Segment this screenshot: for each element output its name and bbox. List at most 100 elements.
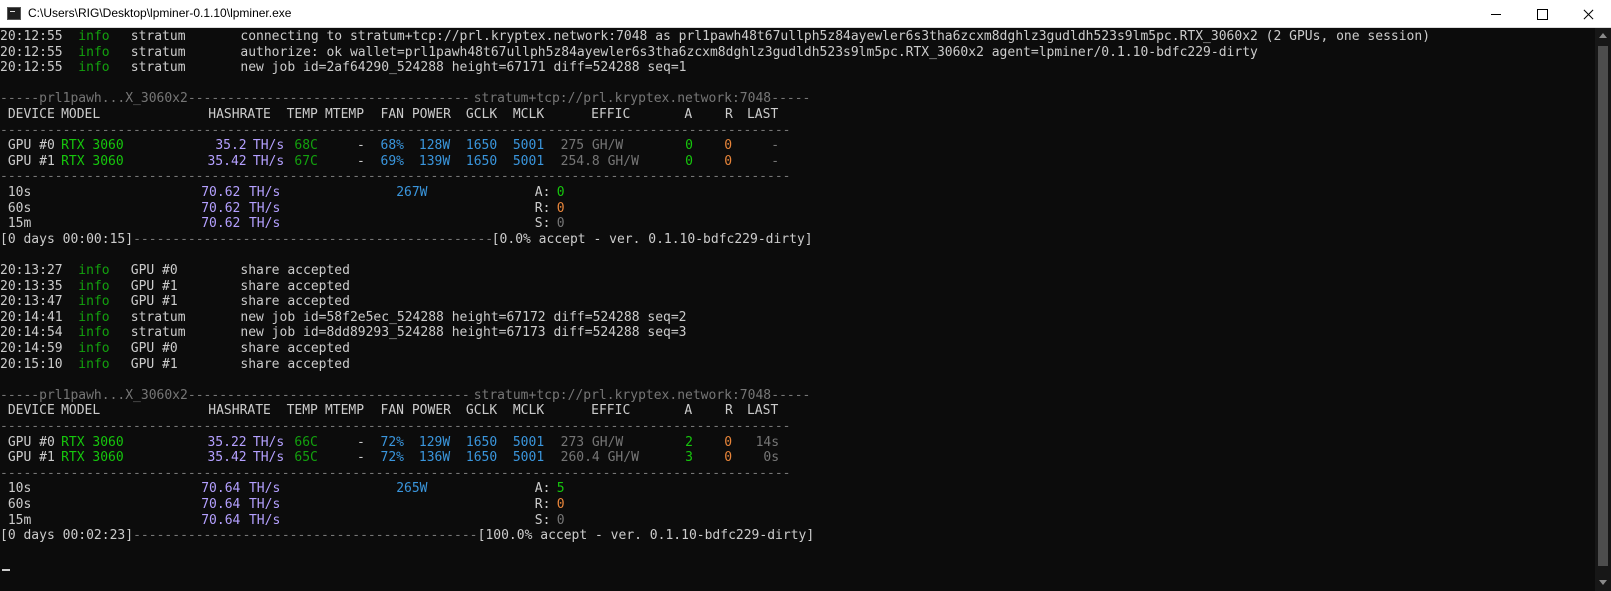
log-timestamp: 20:14:54 — [0, 325, 63, 341]
hashrate-unit: TH/s — [252, 153, 285, 169]
scroll-up-arrow-icon[interactable] — [1599, 33, 1607, 38]
summary-window: 10s — [7, 481, 32, 497]
gpu-gclk: 1650 — [465, 450, 498, 466]
gpu-model: RTX 3060 — [61, 434, 124, 450]
summary-key: S: — [534, 216, 551, 232]
gpu-hashrate: 35.42 — [207, 450, 247, 466]
summary-value: 0 — [556, 497, 565, 512]
table-header-row: DEVICE MODEL HASHRATE TEMP MTEMP FAN POWER GCLK… — [0, 107, 1595, 123]
log-message: new job id=8dd89293_524288 height=67173 … — [240, 325, 687, 341]
summary-window: 15m — [7, 512, 32, 528]
gpu-rejected: 0 — [724, 450, 733, 466]
separator-dashes: ----------------------------------------… — [0, 465, 791, 481]
log-line: 20:13:47 info GPU #1 share accepted — [0, 294, 1595, 310]
summary-key: S: — [534, 512, 551, 528]
gpu-hashrate: 35.42 — [207, 153, 247, 169]
gpu-hashrate: 35.2 — [215, 138, 247, 154]
vertical-scrollbar[interactable] — [1595, 28, 1611, 591]
hashrate-unit: TH/s — [248, 185, 281, 200]
summary-key: A: — [534, 481, 551, 497]
log-timestamp: 20:12:55 — [0, 60, 63, 76]
column-header-r: R — [725, 403, 733, 419]
column-header-temp: TEMP — [286, 403, 318, 419]
log-line: 20:13:35 info GPU #1 share accepted — [0, 279, 1595, 295]
gpu-rejected: 0 — [724, 434, 733, 450]
gpu-rejected: 0 — [724, 138, 733, 154]
gpu-device: GPU #0 — [7, 434, 55, 450]
log-source: stratum — [130, 309, 186, 325]
log-line: 20:15:10 info GPU #1 share accepted — [0, 357, 1595, 373]
column-header-mtemp: MTEMP — [324, 403, 365, 419]
scrollbar-thumb[interactable] — [1598, 46, 1608, 566]
table-separator: ----------------------------------------… — [0, 169, 1595, 185]
gpu-row: GPU #1 RTX 3060 35.42 TH/s 67C -69% 139W 1650 50… — [0, 154, 1595, 170]
gpu-gclk: 1650 — [465, 138, 498, 154]
log-source: stratum — [130, 29, 186, 44]
gpu-mclk: 5001 — [512, 450, 545, 466]
separator-dashes: ----- — [771, 91, 811, 107]
gpu-temp: 68C — [294, 138, 318, 154]
column-header-last: LAST — [746, 107, 779, 122]
log-level: info — [78, 60, 110, 76]
scroll-down-arrow-icon[interactable] — [1599, 580, 1607, 585]
hashrate-unit: TH/s — [252, 138, 285, 154]
gpu-mtemp: - — [357, 153, 365, 169]
hashrate-unit: TH/s — [252, 434, 285, 450]
gpu-temp: 67C — [294, 153, 318, 169]
summary-hashrate: 70.64 — [201, 481, 241, 497]
minimize-button[interactable] — [1473, 0, 1519, 28]
hashrate-unit: TH/s — [248, 216, 281, 232]
log-level: info — [78, 44, 110, 60]
separator-dashes: ------------------------------------ — [187, 387, 470, 403]
uptime: [0 days 00:02:23] — [0, 528, 134, 544]
separator-dashes: ----------------------------------------… — [0, 419, 791, 434]
gpu-rejected: 0 — [724, 153, 733, 169]
log-source: stratum — [130, 44, 186, 60]
summary-row: 15m 70.62 TH/s S: 0 — [0, 216, 1595, 232]
column-header-last: LAST — [746, 403, 779, 419]
column-header-gclk: GCLK — [465, 403, 498, 419]
window-titlebar[interactable]: C:\Users\RIG\Desktop\lpminer-0.1.10\lpmi… — [0, 0, 1611, 28]
log-message: connecting to stratum+tcp://prl.kryptex.… — [240, 29, 1431, 44]
log-source: GPU #1 — [130, 356, 178, 372]
summary-value: 0 — [556, 185, 565, 200]
log-source: GPU #0 — [130, 341, 178, 356]
column-header-fan: FAN — [380, 403, 405, 419]
gpu-mtemp: - — [357, 138, 365, 154]
gpu-row: GPU #1 RTX 3060 35.42 TH/s 65C -72% 136W 1650 50… — [0, 450, 1595, 466]
column-header-gclk: GCLK — [465, 107, 498, 122]
gpu-gclk: 1650 — [465, 153, 498, 169]
separator-dashes: ----- — [771, 387, 811, 403]
log-message: new job id=58f2e5ec_524288 height=67172 … — [240, 309, 687, 325]
column-header-hashrate: HASHRATE — [208, 403, 271, 419]
column-header-fan: FAN — [380, 107, 405, 122]
gpu-model: RTX 3060 — [61, 153, 124, 169]
summary-hashrate: 70.64 — [201, 512, 241, 528]
log-timestamp: 20:12:55 — [0, 44, 63, 60]
summary-row: 60s 70.64 TH/s R: 0 — [0, 497, 1595, 513]
gpu-row: GPU #0 RTX 3060 35.22 TH/s 66C -72% 129W 1650 50… — [0, 435, 1595, 451]
column-header-power: POWER — [411, 403, 451, 419]
summary-key: A: — [534, 185, 551, 200]
hashrate-unit: TH/s — [248, 200, 281, 216]
column-header-effic: EFFIC — [591, 403, 631, 419]
gpu-efficiency: 273 GH/W — [560, 434, 624, 450]
log-line: 20:12:55 info stratum connecting to stratum… — [0, 29, 1595, 45]
gpu-accepted: 0 — [685, 138, 693, 154]
summary-value: 5 — [556, 481, 565, 497]
rig-name-separator: -----prl1pawh...X_3060x2 — [0, 387, 188, 403]
gpu-device: GPU #0 — [7, 138, 55, 154]
gpu-fan: 72% — [380, 450, 405, 466]
log-source: GPU #0 — [130, 263, 178, 278]
maximize-button[interactable] — [1519, 0, 1565, 28]
gpu-accepted: 0 — [685, 153, 693, 169]
log-line: 20:12:55 info stratum new job id=2af64290_5… — [0, 60, 1595, 76]
column-header-mclk: MCLK — [512, 107, 545, 122]
close-button[interactable] — [1565, 0, 1611, 28]
log-source: GPU #1 — [130, 278, 178, 294]
gpu-power: 129W — [418, 434, 451, 450]
column-header-mclk: MCLK — [512, 403, 545, 419]
console-output[interactable]: 20:12:55 info stratum connecting to stratum… — [0, 28, 1595, 591]
gpu-last-share: 0s — [763, 450, 780, 466]
column-header-mtemp: MTEMP — [324, 107, 365, 122]
